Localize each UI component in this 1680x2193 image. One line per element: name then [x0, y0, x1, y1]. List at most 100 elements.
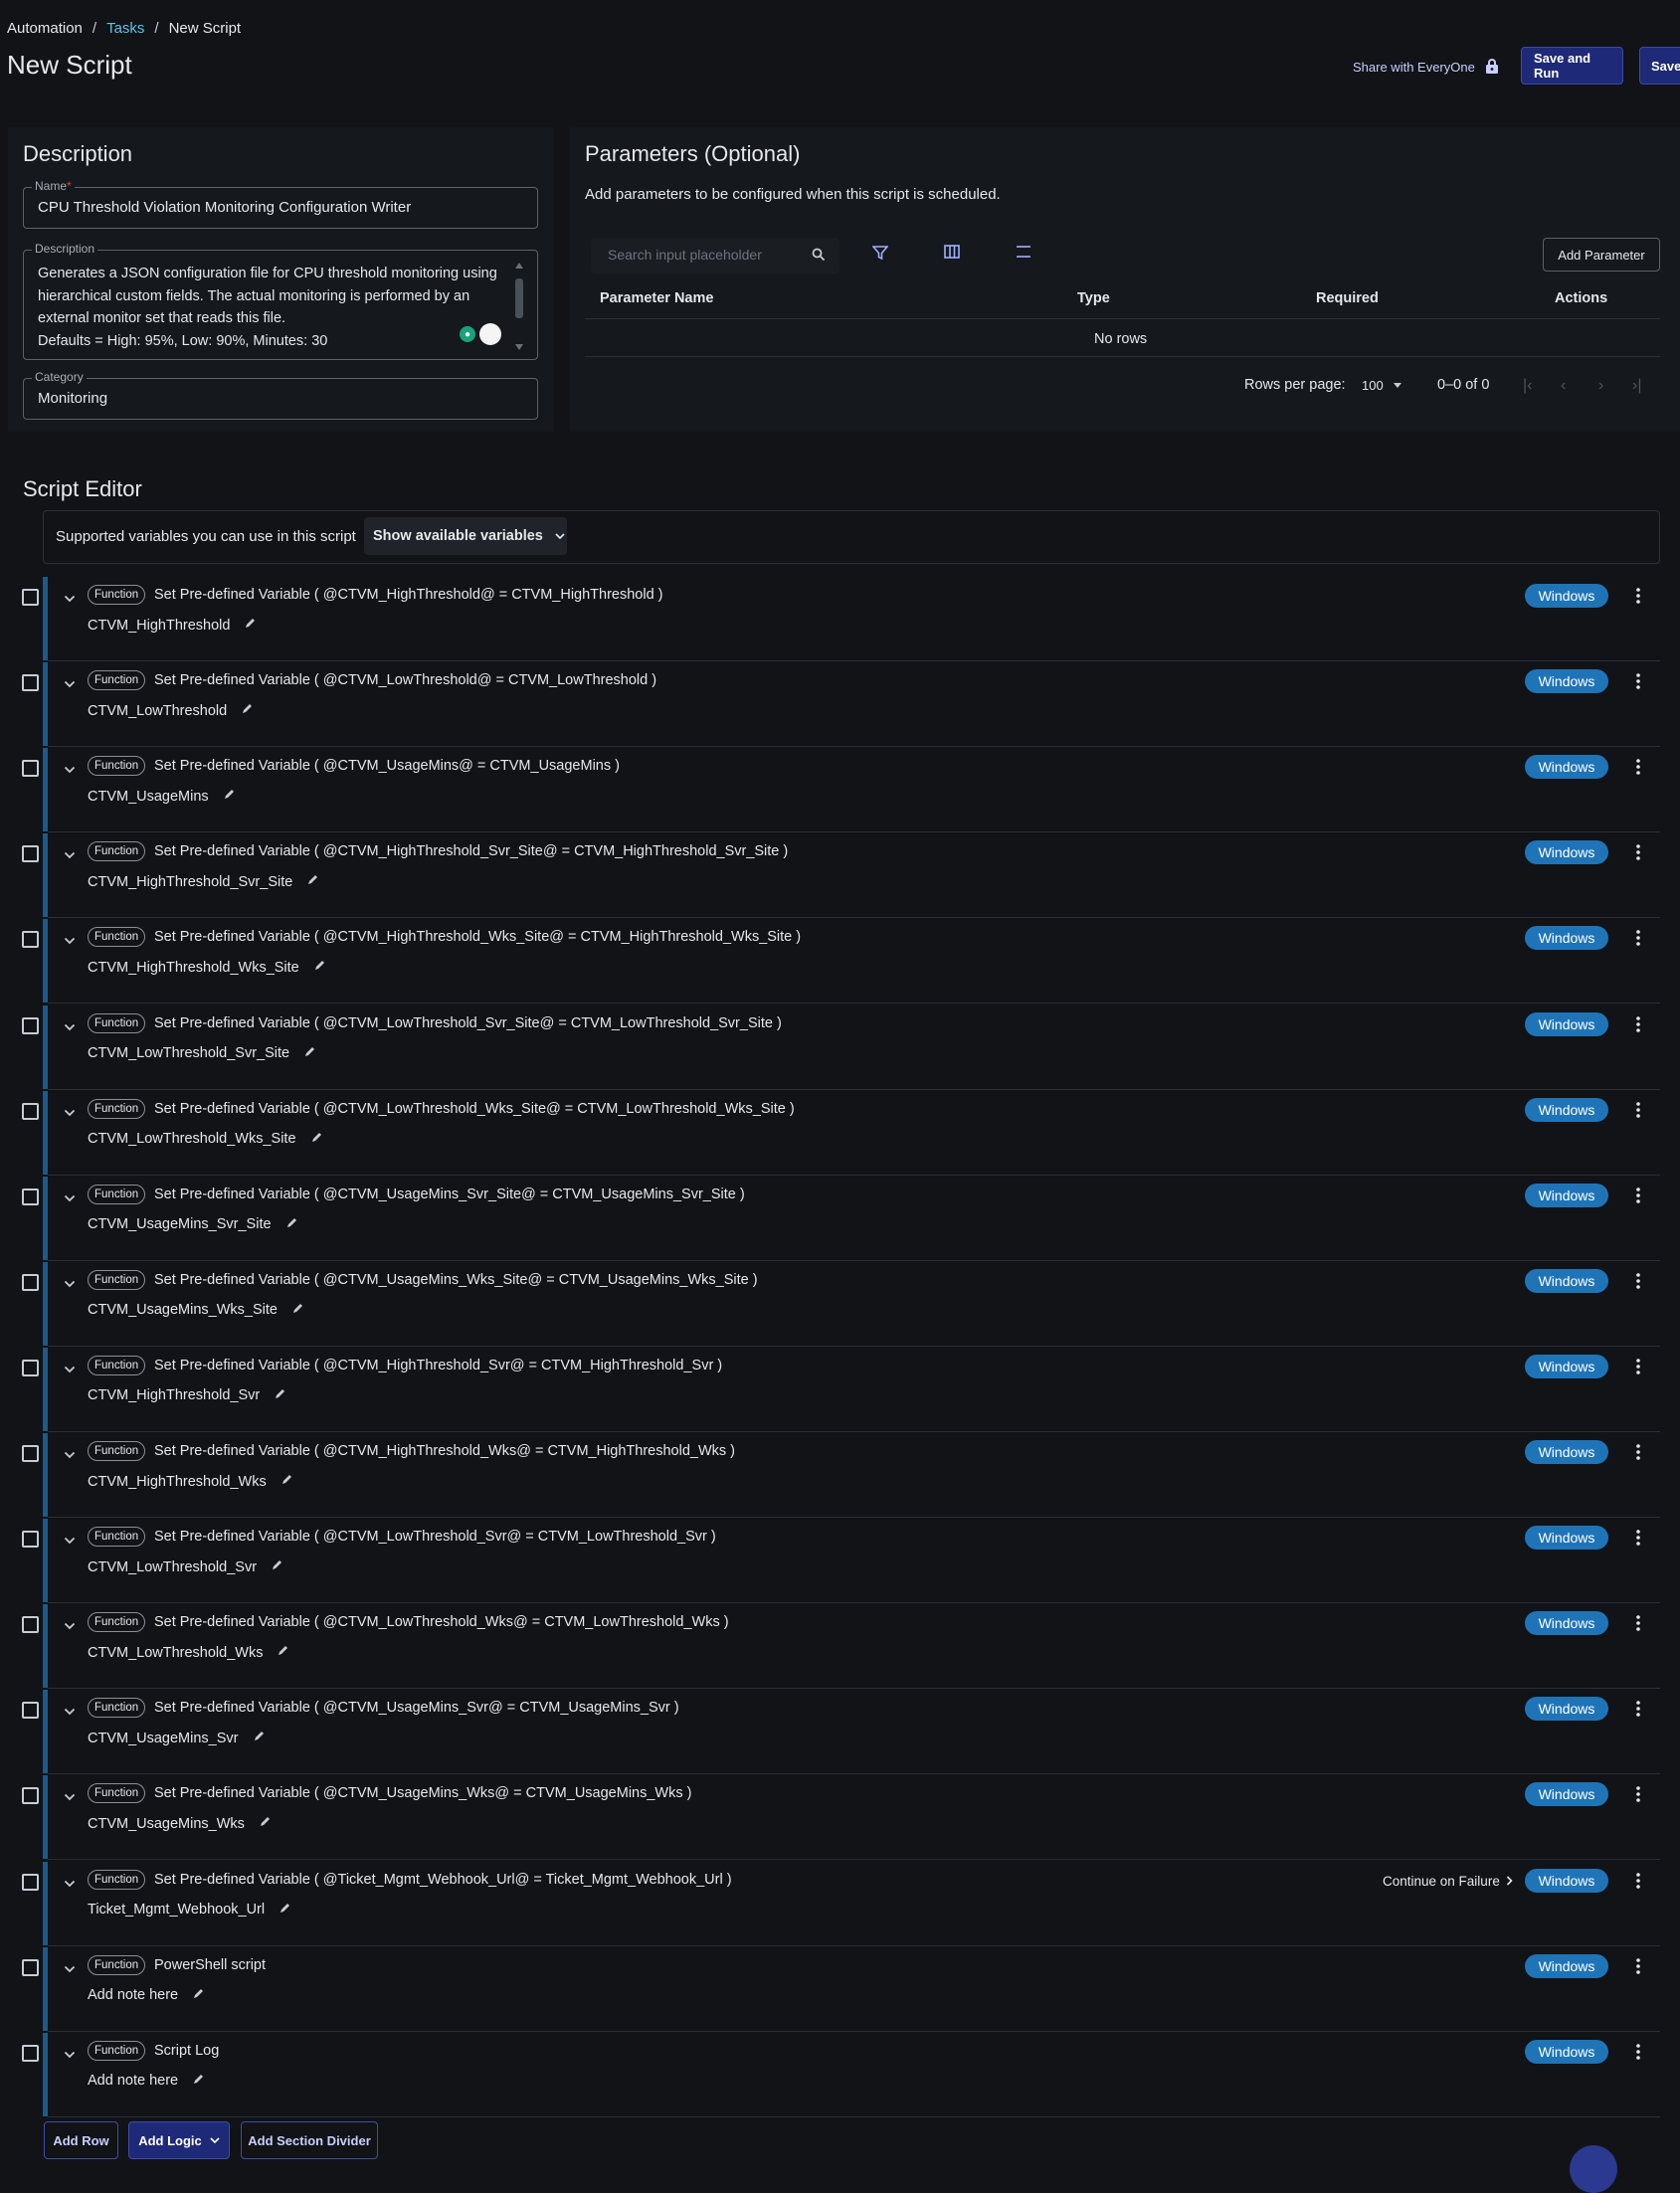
- row-checkbox[interactable]: [22, 1531, 39, 1549]
- script-row[interactable]: Function Set Pre-defined Variable ( @CTVM…: [0, 1176, 1680, 1261]
- script-row[interactable]: Function Set Pre-defined Variable ( @CTVM…: [0, 1432, 1680, 1518]
- pencil-icon[interactable]: [279, 1902, 291, 1919]
- save-and-run-button[interactable]: Save and Run: [1521, 47, 1623, 85]
- pencil-icon[interactable]: [223, 788, 236, 805]
- parameter-search-input[interactable]: Search input placeholder: [591, 238, 840, 274]
- more-options-icon[interactable]: [1636, 844, 1640, 865]
- breadcrumb-tasks[interactable]: Tasks: [106, 20, 144, 37]
- assistant-fab-icon[interactable]: [1570, 2145, 1617, 2193]
- script-row[interactable]: Function Set Pre-defined Variable ( @CTVM…: [0, 1774, 1680, 1861]
- chevron-down-icon[interactable]: [64, 761, 76, 779]
- more-options-icon[interactable]: [1636, 1015, 1640, 1037]
- pencil-icon[interactable]: [285, 1216, 298, 1233]
- row-note[interactable]: CTVM_UsageMins_Svr_Site: [88, 1216, 298, 1233]
- more-options-icon[interactable]: [1636, 1530, 1640, 1551]
- column-header-required[interactable]: Required: [1316, 290, 1379, 306]
- row-checkbox[interactable]: [22, 1787, 39, 1805]
- script-row[interactable]: Function Set Pre-defined Variable ( @CTVM…: [0, 1090, 1680, 1176]
- row-checkbox[interactable]: [22, 589, 39, 606]
- row-checkbox[interactable]: [22, 1702, 39, 1720]
- script-row[interactable]: Function Set Pre-defined Variable ( @CTVM…: [0, 1603, 1680, 1690]
- continue-on-failure-toggle[interactable]: Continue on Failure: [1383, 1874, 1513, 1889]
- row-note[interactable]: CTVM_HighThreshold_Wks_Site: [88, 959, 326, 976]
- row-note[interactable]: CTVM_HighThreshold: [88, 617, 257, 634]
- row-checkbox[interactable]: [22, 1273, 39, 1291]
- row-note[interactable]: CTVM_UsageMins_Wks_Site: [88, 1302, 304, 1319]
- chevron-down-icon[interactable]: [64, 846, 76, 864]
- row-checkbox[interactable]: [22, 1616, 39, 1634]
- script-row[interactable]: Function PowerShell script Add note here Wi…: [0, 1946, 1680, 2032]
- script-row[interactable]: Function Set Pre-defined Variable ( @CTVM…: [0, 918, 1680, 1005]
- chevron-down-icon[interactable]: [64, 1617, 76, 1635]
- row-checkbox[interactable]: [22, 845, 39, 863]
- add-row-button[interactable]: Add Row: [44, 2121, 118, 2159]
- script-row[interactable]: Function Set Pre-defined Variable ( @CTVM…: [0, 1347, 1680, 1432]
- row-checkbox[interactable]: [22, 1958, 39, 1976]
- script-row[interactable]: Function Script Log Add note here Windows: [0, 2032, 1680, 2117]
- category-field[interactable]: Category Monitoring: [23, 370, 538, 420]
- row-checkbox[interactable]: [22, 760, 39, 778]
- row-checkbox[interactable]: [22, 931, 39, 949]
- more-options-icon[interactable]: [1636, 1701, 1640, 1722]
- more-options-icon[interactable]: [1636, 1872, 1640, 1894]
- row-note[interactable]: CTVM_HighThreshold_Svr: [88, 1387, 286, 1404]
- more-options-icon[interactable]: [1636, 1615, 1640, 1636]
- pencil-icon[interactable]: [271, 1558, 283, 1575]
- script-row[interactable]: Function Set Pre-defined Variable ( @CTVM…: [0, 832, 1680, 919]
- column-header-actions[interactable]: Actions: [1555, 290, 1607, 306]
- row-checkbox[interactable]: [22, 1873, 39, 1891]
- script-row[interactable]: Function Set Pre-defined Variable ( @CTVM…: [0, 1689, 1680, 1775]
- row-checkbox[interactable]: [22, 1102, 39, 1120]
- column-header-parameter-name[interactable]: Parameter Name: [600, 290, 713, 306]
- chevron-down-icon[interactable]: [64, 1104, 76, 1122]
- chevron-down-icon[interactable]: [64, 590, 76, 608]
- chevron-down-icon[interactable]: [64, 1446, 76, 1464]
- row-note[interactable]: CTVM_HighThreshold_Wks: [88, 1473, 293, 1490]
- share-toggle[interactable]: Share with EveryOne: [1353, 58, 1499, 77]
- chevron-down-icon[interactable]: [64, 675, 76, 693]
- more-options-icon[interactable]: [1636, 2043, 1640, 2065]
- add-section-divider-button[interactable]: Add Section Divider: [241, 2121, 378, 2159]
- more-options-icon[interactable]: [1636, 1272, 1640, 1294]
- row-note[interactable]: CTVM_LowThreshold_Wks: [88, 1644, 289, 1661]
- more-options-icon[interactable]: [1636, 1101, 1640, 1123]
- pencil-icon[interactable]: [192, 2073, 205, 2090]
- more-options-icon[interactable]: [1636, 930, 1640, 951]
- description-field[interactable]: Description Generates a JSON configurati…: [23, 242, 538, 360]
- pencil-icon[interactable]: [192, 1987, 205, 2004]
- breadcrumb-automation[interactable]: Automation: [7, 20, 83, 37]
- chevron-down-icon[interactable]: [64, 1788, 76, 1806]
- rows-per-page-select[interactable]: 100: [1362, 378, 1401, 393]
- pencil-icon[interactable]: [280, 1473, 293, 1490]
- script-row[interactable]: Function Set Pre-defined Variable ( @CTVM…: [0, 747, 1680, 833]
- show-variables-button[interactable]: Show available variables: [364, 517, 567, 555]
- pencil-icon[interactable]: [306, 873, 319, 890]
- pencil-icon[interactable]: [310, 1131, 323, 1148]
- row-checkbox[interactable]: [22, 1188, 39, 1205]
- previous-page-icon[interactable]: ‹: [1561, 377, 1566, 395]
- filter-icon[interactable]: [871, 245, 889, 266]
- columns-icon[interactable]: [944, 245, 960, 264]
- row-note[interactable]: Add note here: [88, 1987, 205, 2004]
- row-note[interactable]: CTVM_HighThreshold_Svr_Site: [88, 873, 319, 890]
- script-row[interactable]: Function Set Pre-defined Variable ( @CTVM…: [0, 576, 1680, 661]
- row-checkbox[interactable]: [22, 1359, 39, 1376]
- row-note[interactable]: CTVM_UsageMins_Wks: [88, 1815, 272, 1832]
- density-icon[interactable]: [1016, 245, 1031, 264]
- pencil-icon[interactable]: [313, 959, 326, 976]
- chevron-down-icon[interactable]: [64, 1960, 76, 1978]
- script-row[interactable]: Function Set Pre-defined Variable ( @CTVM…: [0, 1518, 1680, 1604]
- save-button[interactable]: Save: [1639, 47, 1680, 85]
- chevron-down-icon[interactable]: [64, 1018, 76, 1036]
- name-field[interactable]: Name* CPU Threshold Violation Monitoring…: [23, 179, 538, 229]
- row-checkbox[interactable]: [22, 1445, 39, 1462]
- row-note[interactable]: Ticket_Mgmt_Webhook_Url: [88, 1902, 291, 1919]
- more-options-icon[interactable]: [1636, 1786, 1640, 1807]
- more-options-icon[interactable]: [1636, 1444, 1640, 1465]
- row-note[interactable]: Add note here: [88, 2073, 205, 2090]
- pencil-icon[interactable]: [241, 702, 254, 719]
- more-options-icon[interactable]: [1636, 673, 1640, 694]
- row-note[interactable]: CTVM_LowThreshold_Wks_Site: [88, 1131, 323, 1148]
- chevron-down-icon[interactable]: [64, 932, 76, 950]
- row-note[interactable]: CTVM_UsageMins_Svr: [88, 1730, 266, 1746]
